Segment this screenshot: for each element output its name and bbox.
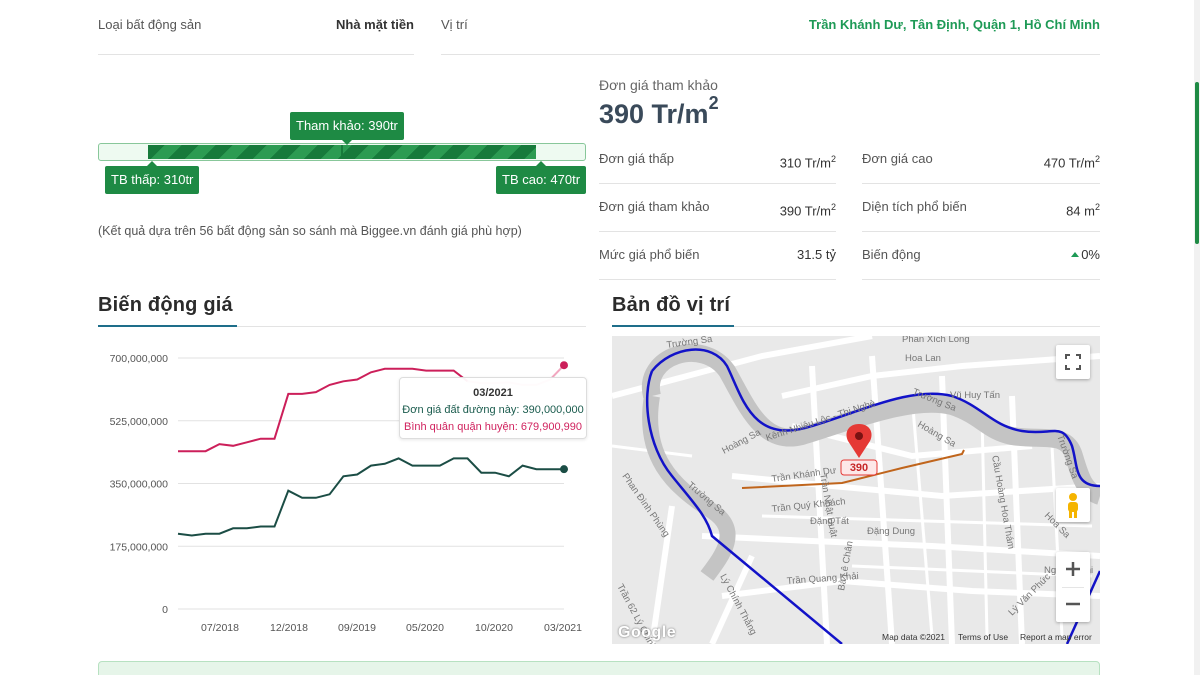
location-field[interactable]: Vị trí Trần Khánh Dư, Tân Định, Quận 1, … xyxy=(441,0,1100,55)
heading-underline xyxy=(98,325,237,327)
terms-link[interactable]: Terms of Use xyxy=(958,632,1008,642)
svg-text:Hoa Lan: Hoa Lan xyxy=(905,353,941,364)
tooltip-line-1: Đơn giá đất đường này: 390,000,000 xyxy=(402,404,584,416)
stat-change: Biến động 0% xyxy=(862,232,1100,280)
svg-text:Vũ Huy Tấn: Vũ Huy Tấn xyxy=(950,390,1000,401)
y-tick-label: 350,000,000 xyxy=(110,479,169,491)
chart-tooltip: 03/2021 Đơn giá đất đường này: 390,000,0… xyxy=(399,377,587,439)
bottom-banner xyxy=(98,661,1100,675)
location-value: Trần Khánh Dư, Tân Định, Quận 1, Hồ Chí … xyxy=(808,17,1100,32)
x-tick-label: 03/2021 xyxy=(544,622,582,634)
x-tick-label: 12/2018 xyxy=(270,622,308,634)
stat-low: Đơn giá thấp 310 Tr/m2 xyxy=(599,136,836,184)
property-type-value: Nhà mặt tiền xyxy=(335,17,414,32)
summary-value: 390 Tr/m2 xyxy=(599,93,719,129)
property-type-label: Loại bất động sản xyxy=(98,17,202,32)
google-logo: Google xyxy=(618,624,677,641)
marker-label: 390 xyxy=(850,462,868,474)
x-tick-label: 05/2020 xyxy=(406,622,444,634)
filter-row: Loại bất động sản Nhà mặt tiền Vị trí Tr… xyxy=(98,0,1100,56)
svg-text:Phan Xích Long: Phan Xích Long xyxy=(902,336,970,345)
reference-price-summary: Đơn giá tham khảo 390 Tr/m2 xyxy=(599,77,719,130)
fullscreen-button[interactable] xyxy=(1056,345,1090,379)
high-tag: TB cao: 470tr xyxy=(496,161,587,194)
stat-high: Đơn giá cao 470 Tr/m2 xyxy=(862,136,1100,184)
y-tick-label: 175,000,000 xyxy=(110,541,169,553)
property-type-field[interactable]: Loại bất động sản Nhà mặt tiền xyxy=(98,0,414,55)
page-scrollbar[interactable] xyxy=(1194,0,1200,675)
x-tick-label: 09/2019 xyxy=(338,622,376,634)
zoom-controls xyxy=(1056,552,1090,622)
y-tick-label: 700,000,000 xyxy=(110,353,169,365)
reference-tag: Tham khảo: 390tr xyxy=(290,112,404,145)
map-heading: Bản đồ vị trí xyxy=(612,294,731,316)
x-tick-label: 07/2018 xyxy=(201,622,239,634)
fullscreen-icon xyxy=(1065,354,1081,370)
y-tick-label: 525,000,000 xyxy=(110,416,169,428)
svg-text:Đặng Dung: Đặng Dung xyxy=(867,526,915,537)
price-trend-heading: Biến động giá xyxy=(98,294,233,316)
zoom-out-button[interactable] xyxy=(1056,587,1090,622)
street-view-button[interactable] xyxy=(1056,488,1090,522)
location-map[interactable]: Trường Sa Hoàng Sa Kênh Nhiêu Lộc - Thị … xyxy=(612,336,1100,644)
up-arrow-icon xyxy=(1071,252,1080,257)
series-line-0 xyxy=(177,457,564,537)
pegman-icon xyxy=(1068,493,1078,518)
summary-title: Đơn giá tham khảo xyxy=(599,77,718,93)
tooltip-date: 03/2021 xyxy=(473,387,513,399)
stat-common-area: Diện tích phổ biến 84 m2 xyxy=(862,184,1100,232)
tooltip-line-2: Bình quân quận huyện: 679,900,990 xyxy=(404,421,582,433)
y-tick-label: 0 xyxy=(162,604,168,616)
series-point-1 xyxy=(560,361,568,370)
map-data-credit: Map data ©2021 xyxy=(882,632,945,642)
x-tick-label: 10/2020 xyxy=(475,622,513,634)
map-canvas[interactable]: Trường Sa Hoàng Sa Kênh Nhiêu Lộc - Thị … xyxy=(612,336,1100,644)
plus-icon xyxy=(1066,562,1080,576)
stat-reference: Đơn giá tham khảo 390 Tr/m2 xyxy=(599,184,836,232)
price-range: Tham khảo: 390tr TB thấp: 310tr TB cao: … xyxy=(98,110,587,200)
scrollbar-thumb[interactable] xyxy=(1195,82,1199,244)
low-tag: TB thấp: 310tr xyxy=(105,161,200,194)
heading-underline xyxy=(612,325,734,327)
series-point-0 xyxy=(560,465,568,474)
minus-icon xyxy=(1066,602,1080,606)
stat-common-price: Mức giá phổ biến 31.5 tỷ xyxy=(599,232,836,280)
zoom-in-button[interactable] xyxy=(1056,552,1090,587)
location-label: Vị trí xyxy=(441,17,468,32)
result-note: (Kết quả dựa trên 56 bất động sản so sán… xyxy=(98,224,522,238)
report-error-link[interactable]: Report a map error xyxy=(1020,632,1092,642)
